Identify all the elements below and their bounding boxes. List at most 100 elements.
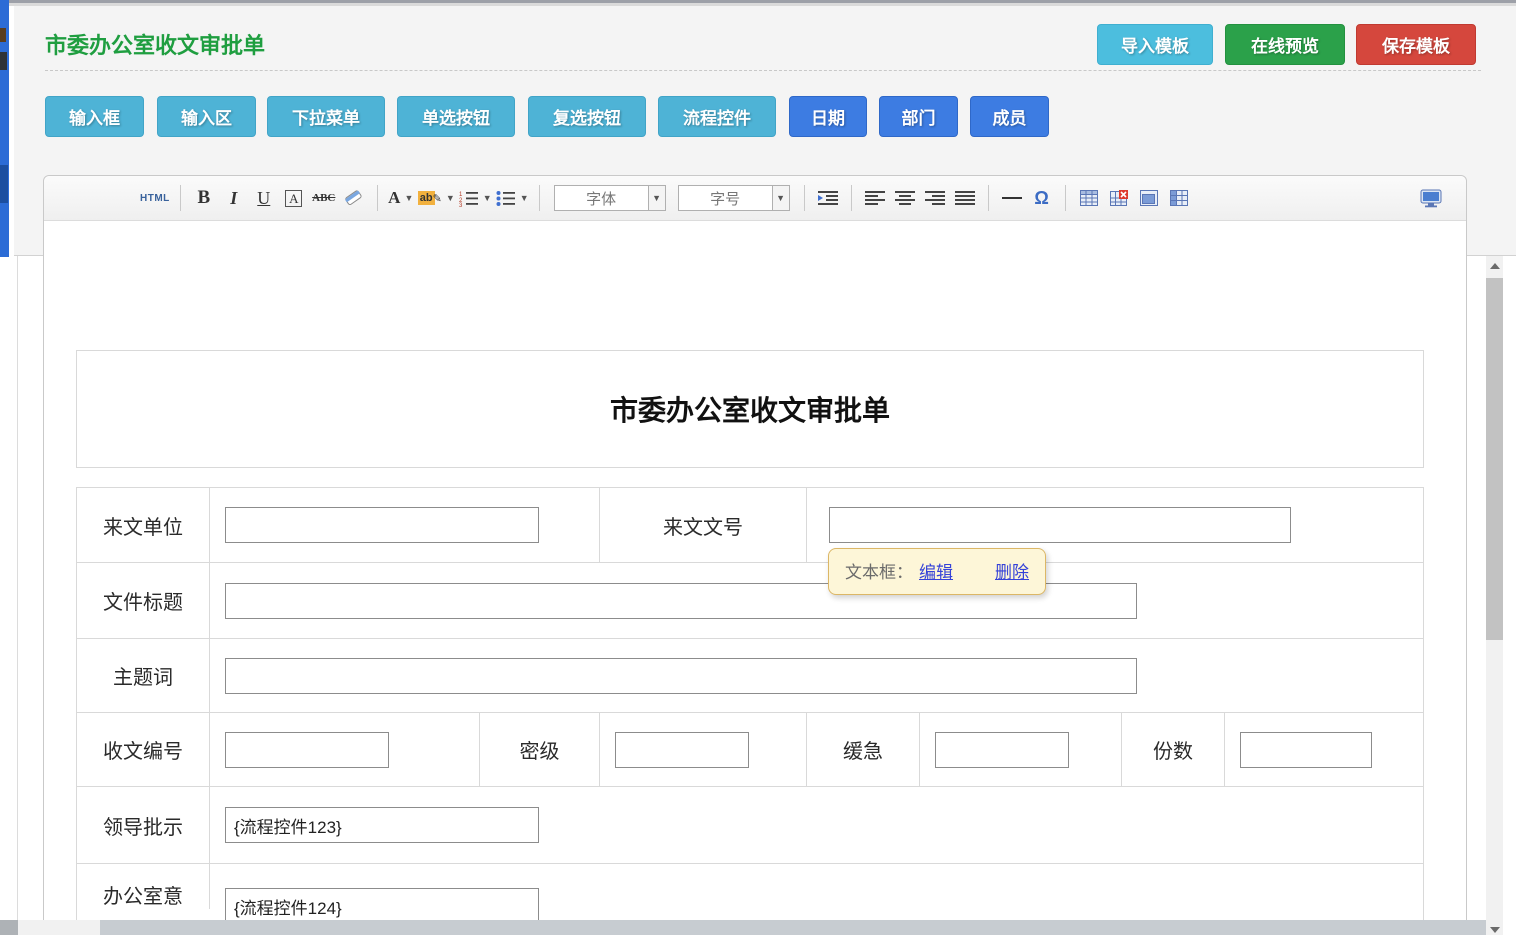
table-row: 文件标题 — [77, 562, 1423, 638]
eraser-icon — [343, 189, 364, 207]
font-size-select[interactable]: 字号 ▼ — [678, 185, 790, 211]
header-divider — [45, 70, 1481, 71]
leader-comment-label: 领导批示 — [77, 787, 210, 863]
office-opinion-label: 办公室意 — [77, 864, 210, 909]
highlight-color-button[interactable]: ab✎▼ — [418, 183, 455, 213]
table-cell — [210, 787, 1424, 863]
adjacent-panel-edge — [0, 0, 9, 257]
save-template-button[interactable]: 保存模板 — [1356, 24, 1476, 65]
editor-toolbar: HTML B I U A ABC A▼ ab✎▼ 1 2 — [44, 176, 1466, 221]
italic-icon: I — [230, 188, 237, 209]
font-color-icon: A — [388, 188, 400, 208]
align-left-button[interactable] — [862, 183, 888, 213]
align-justify-button[interactable] — [952, 183, 978, 213]
doc-number-label: 来文文号 — [600, 488, 807, 562]
special-character-button[interactable]: Ω — [1029, 183, 1055, 213]
horizontal-rule-button[interactable] — [999, 183, 1025, 213]
widget-button-dropdown[interactable]: 下拉菜单 — [267, 96, 385, 137]
copies-input[interactable] — [1240, 732, 1372, 768]
table-cell — [210, 639, 1424, 712]
toolbar-separator — [851, 185, 852, 211]
table-cell — [210, 713, 480, 786]
quick-style-button[interactable]: A — [281, 183, 307, 213]
rich-text-editor: HTML B I U A ABC A▼ ab✎▼ 1 2 — [43, 175, 1467, 935]
source-unit-input[interactable] — [225, 507, 539, 543]
font-size-label: 字号 — [679, 188, 772, 209]
align-right-button[interactable] — [922, 183, 948, 213]
office-opinion-input[interactable] — [225, 888, 539, 924]
align-left-icon — [865, 190, 885, 206]
page: 市委办公室收文审批单 导入模板 在线预览 保存模板 输入框 输入区 下拉菜单 单… — [0, 0, 1516, 935]
receipt-number-input[interactable] — [225, 732, 389, 768]
arrow-up-icon — [1490, 263, 1500, 269]
editor-document[interactable]: 市委办公室收文审批单 来文单位 来文文号 文件标题 — [44, 221, 1466, 935]
insert-table-button[interactable] — [1076, 183, 1102, 213]
delete-field-link[interactable]: 删除 — [995, 563, 1029, 582]
widget-button-radio[interactable]: 单选按钮 — [397, 96, 515, 137]
urgency-input[interactable] — [935, 732, 1069, 768]
scroll-up-arrow[interactable] — [1486, 263, 1503, 269]
leader-comment-input[interactable] — [225, 807, 539, 843]
fullscreen-button[interactable] — [1418, 183, 1444, 213]
chevron-down-icon: ▼ — [772, 186, 789, 210]
vertical-scrollbar[interactable] — [1486, 256, 1503, 935]
align-center-icon — [895, 190, 915, 206]
svg-text:3: 3 — [459, 203, 463, 207]
source-code-button[interactable]: HTML — [140, 183, 170, 213]
doc-number-input[interactable] — [829, 507, 1291, 543]
remove-format-button[interactable] — [341, 183, 367, 213]
horizontal-rule-icon — [1002, 197, 1022, 199]
table-cell — [210, 864, 1424, 924]
fullscreen-monitor-icon — [1420, 189, 1442, 208]
align-center-button[interactable] — [892, 183, 918, 213]
indent-button[interactable] — [815, 183, 841, 213]
font-family-select[interactable]: 字体 ▼ — [554, 185, 666, 211]
table-row-properties-button[interactable] — [1166, 183, 1192, 213]
chevron-down-icon: ▼ — [483, 193, 492, 203]
online-preview-button[interactable]: 在线预览 — [1225, 24, 1345, 65]
table-cell-properties-button[interactable] — [1136, 183, 1162, 213]
bold-icon: B — [197, 187, 210, 209]
chevron-down-icon: ▼ — [404, 193, 413, 203]
underline-button[interactable]: U — [251, 183, 277, 213]
align-justify-icon — [955, 190, 975, 206]
scroll-down-arrow[interactable] — [1486, 927, 1503, 933]
widget-button-flow-control[interactable]: 流程控件 — [658, 96, 776, 137]
form-title: 市委办公室收文审批单 — [610, 389, 890, 429]
toolbar-separator — [988, 185, 989, 211]
edit-field-link[interactable]: 编辑 — [919, 563, 953, 582]
urgency-label: 缓急 — [807, 713, 920, 786]
widget-button-input-box[interactable]: 输入框 — [45, 96, 144, 137]
font-color-button[interactable]: A▼ — [388, 183, 414, 213]
italic-button[interactable]: I — [221, 183, 247, 213]
secrecy-input[interactable] — [615, 732, 749, 768]
table-row: 收文编号 密级 缓急 份数 — [77, 712, 1423, 786]
delete-table-button[interactable] — [1106, 183, 1132, 213]
keywords-input[interactable] — [225, 658, 1137, 694]
table-row: 来文单位 来文文号 — [77, 488, 1423, 562]
unordered-list-button[interactable]: ▼ — [496, 183, 529, 213]
delete-table-icon — [1110, 190, 1128, 206]
strikethrough-button[interactable]: ABC — [311, 183, 337, 213]
html-icon: HTML — [140, 193, 170, 204]
strikethrough-icon: ABC — [312, 192, 335, 204]
ordered-list-button[interactable]: 1 2 3 ▼ — [459, 183, 492, 213]
widget-button-input-area[interactable]: 输入区 — [157, 96, 256, 137]
bold-button[interactable]: B — [191, 183, 217, 213]
doc-title-label: 文件标题 — [77, 563, 210, 638]
table-cell — [600, 713, 807, 786]
horizontal-scrollbar[interactable] — [0, 920, 1486, 935]
form-title-table[interactable]: 市委办公室收文审批单 — [76, 350, 1424, 468]
widget-button-date[interactable]: 日期 — [789, 96, 867, 137]
import-template-button[interactable]: 导入模板 — [1097, 24, 1213, 65]
widget-button-checkbox[interactable]: 复选按钮 — [528, 96, 646, 137]
tooltip-label: 文本框： — [845, 563, 913, 582]
table-row: 主题词 — [77, 638, 1423, 712]
vertical-scrollbar-thumb[interactable] — [1486, 278, 1503, 640]
table-row: 领导批示 — [77, 786, 1423, 863]
panel-edge-icon-fragment — [0, 52, 7, 70]
widget-button-department[interactable]: 部门 — [879, 96, 958, 137]
horizontal-scrollbar-thumb[interactable] — [100, 920, 1486, 935]
widget-button-member[interactable]: 成员 — [970, 96, 1049, 137]
font-family-label: 字体 — [555, 188, 648, 209]
